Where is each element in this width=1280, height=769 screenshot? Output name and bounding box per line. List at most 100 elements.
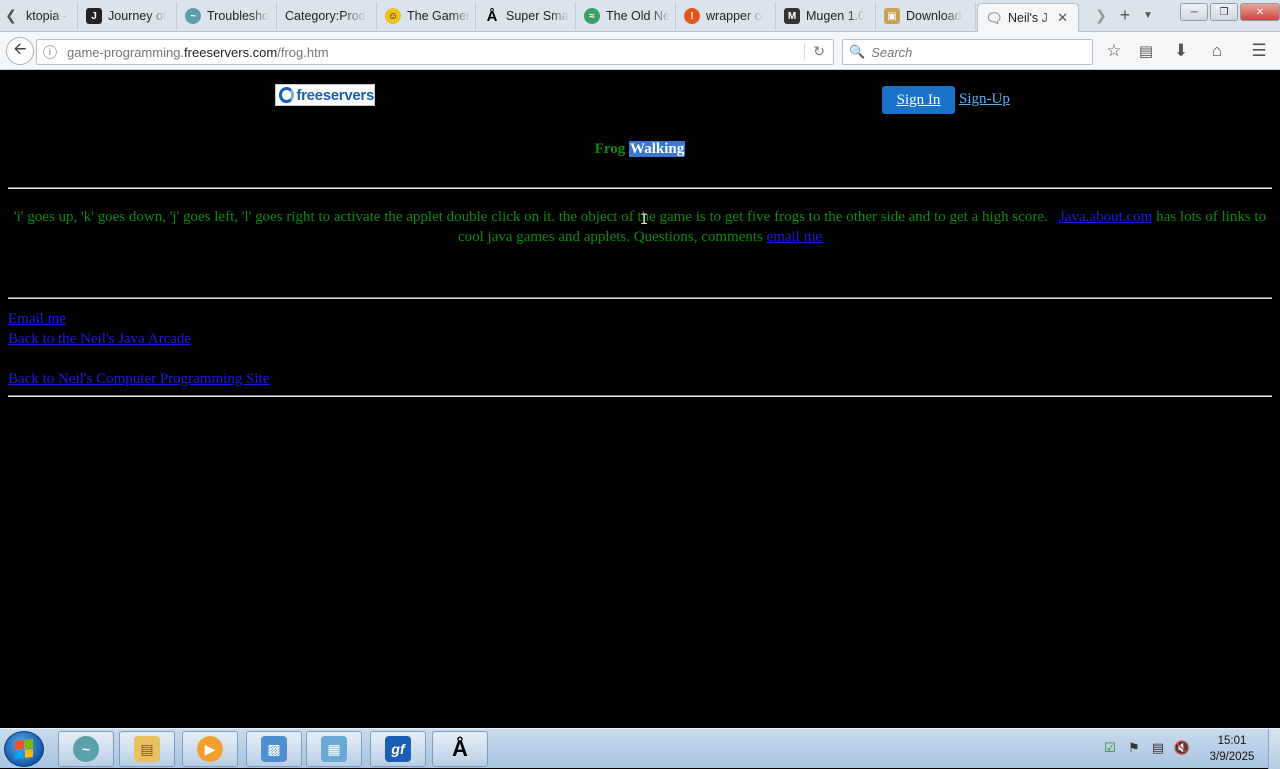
volume-muted-icon[interactable]: 🔇 [1173,739,1191,757]
bookmarks-list-icon[interactable]: ▤ [1135,40,1157,62]
show-desktop-button[interactable] [1268,729,1280,769]
clock-date: 3/9/2025 [1209,751,1255,763]
globe-icon: ≈ [584,8,600,24]
taskbar-app-hook[interactable]: Å [432,731,488,767]
tab-label: Journey of [108,9,167,23]
home-icon[interactable]: ⌂ [1206,40,1228,62]
network-icon[interactable]: ▤ [1149,739,1167,757]
divider [8,395,1272,397]
bookmark-star-icon[interactable]: ☆ [1103,40,1125,62]
clock-time: 15:01 [1217,735,1247,747]
tab-label: wrapper o [706,9,762,23]
tab-label: ktopia - [26,9,67,23]
tab-label: The Gamer [407,9,471,23]
tab-label: Category:Prod [285,9,366,23]
close-window-button[interactable]: ✕ [1240,3,1280,21]
divider [8,297,1272,299]
page-title: Frog Walking [0,141,1280,158]
navigation-bar: 🡨 i game-programming.freeservers.com/fro… [0,32,1280,70]
description-text: 'i' goes up, 'k' goes down, 'j' goes lef… [13,209,1048,225]
hook-app-icon: Å [452,736,468,761]
tab-7[interactable]: ≈ The Old Ne [576,2,676,30]
tab-label: Troublesho [207,9,270,23]
tab-9[interactable]: M Mugen 1.0 [776,2,876,30]
tab-label: The Old Ne [606,9,670,23]
swirl-icon: ~ [185,8,201,24]
back-to-site-link[interactable]: Back to Neil's Computer Programming Site [8,371,269,387]
windows-logo-icon [15,739,33,759]
freeservers-logo[interactable]: freeservers [275,84,375,106]
search-input[interactable] [871,44,1072,60]
swirl-app-icon: ~ [73,736,99,762]
tab-scroll-right-icon[interactable]: ❯ [1092,4,1110,26]
freeservers-swirl-icon [279,87,295,103]
tab-active[interactable]: 🗨 Neil's J ✕ [977,3,1079,32]
tab-1[interactable]: ktopia - [18,2,78,30]
tab-list-icon[interactable]: ▼ [1139,4,1157,26]
taskbar-app-photo-viewer[interactable]: ▩ [246,731,302,767]
title-plain: Frog [594,141,626,157]
tab-2[interactable]: J Journey of [78,2,177,30]
url-domain: freeservers.com [184,44,278,60]
system-clock[interactable]: 15:01 3/9/2025 [1200,733,1264,765]
tab-label: Mugen 1.0 [806,9,866,23]
tab-6[interactable]: Å Super Sma [476,2,576,30]
orange-circle-icon: ! [684,8,700,24]
security-shield-icon[interactable]: ☑ [1101,739,1119,757]
taskbar-app-gf[interactable]: gf [370,731,426,767]
taskbar-app-explorer[interactable]: ▤ [119,731,175,767]
search-icon: 🔍 [849,44,866,59]
divider [8,187,1272,189]
j-icon: J [86,8,102,24]
close-tab-icon[interactable]: ✕ [1057,10,1068,26]
gf-app-icon: gf [385,736,411,762]
downloads-icon[interactable]: ⬇ [1170,40,1192,62]
taskbar-app-media-player[interactable]: ▶ [182,731,238,767]
speech-bubble-icon: 🗨 [985,9,1003,26]
folder-icon: ▤ [134,736,160,762]
m-icon: M [784,8,800,24]
hook-icon: Å [486,7,498,25]
url-host: game-programming. [67,44,185,60]
search-bar[interactable]: 🔍 [842,39,1093,65]
taskbar-app-control-panel[interactable]: ▦ [306,731,362,767]
tab-8[interactable]: ! wrapper o [676,2,776,30]
start-button[interactable] [4,731,44,767]
taskbar-app-swirl[interactable]: ~ [58,731,114,767]
sign-in-button[interactable]: Sign In [882,86,955,114]
action-center-flag-icon[interactable]: ⚑ [1125,739,1143,757]
page-icon: ▣ [884,8,900,24]
tab-5[interactable]: ☺ The Gamer [377,2,476,30]
new-tab-icon[interactable]: + [1116,4,1134,26]
media-player-icon: ▶ [197,736,223,762]
tab-label: Download [906,9,962,23]
logo-text: freeservers [296,86,374,104]
tab-4[interactable]: Category:Prod [277,2,377,30]
windows-taskbar: ~ ▤ ▶ ▩ ▦ gf Å ☑ ⚑ ▤ 🔇 15:01 3/9/2025 [0,728,1280,769]
tab-label: Super Sma [506,9,569,23]
smiley-icon: ☺ [385,8,401,24]
tab-label: Neil's J [1008,11,1048,25]
text-cursor-icon: I [640,212,649,228]
control-panel-icon: ▦ [321,736,347,762]
restore-button[interactable]: ❐ [1210,3,1238,21]
site-info-icon[interactable]: i [43,45,57,59]
url-bar[interactable]: i game-programming.freeservers.com/frog.… [36,39,834,65]
tab-10[interactable]: ▣ Download [876,2,976,30]
email-me-inline-link[interactable]: email me [767,229,822,245]
photo-viewer-icon: ▩ [261,736,287,762]
title-selected-text: Walking [629,141,686,157]
java-about-link[interactable]: Java.about.com [1059,209,1152,225]
email-me-link[interactable]: Email me [8,311,66,327]
url-text: game-programming.freeservers.com/frog.ht… [67,45,329,60]
menu-icon[interactable]: ☰ [1248,40,1270,62]
url-path: /frog.htm [277,44,329,60]
tab-3[interactable]: ~ Troublesho [177,2,277,30]
reload-icon[interactable]: ↻ [804,43,825,60]
footer-links: Email me Back to the Neil's Java Arcade … [8,309,269,389]
sign-up-link[interactable]: Sign-Up [959,91,1010,108]
tab-bar: ❮ ktopia - J Journey of ~ Troublesho Cat… [0,0,1280,32]
back-to-arcade-link[interactable]: Back to the Neil's Java Arcade [8,331,191,347]
back-button[interactable]: 🡨 [6,37,34,65]
minimize-button[interactable]: ─ [1180,3,1208,21]
